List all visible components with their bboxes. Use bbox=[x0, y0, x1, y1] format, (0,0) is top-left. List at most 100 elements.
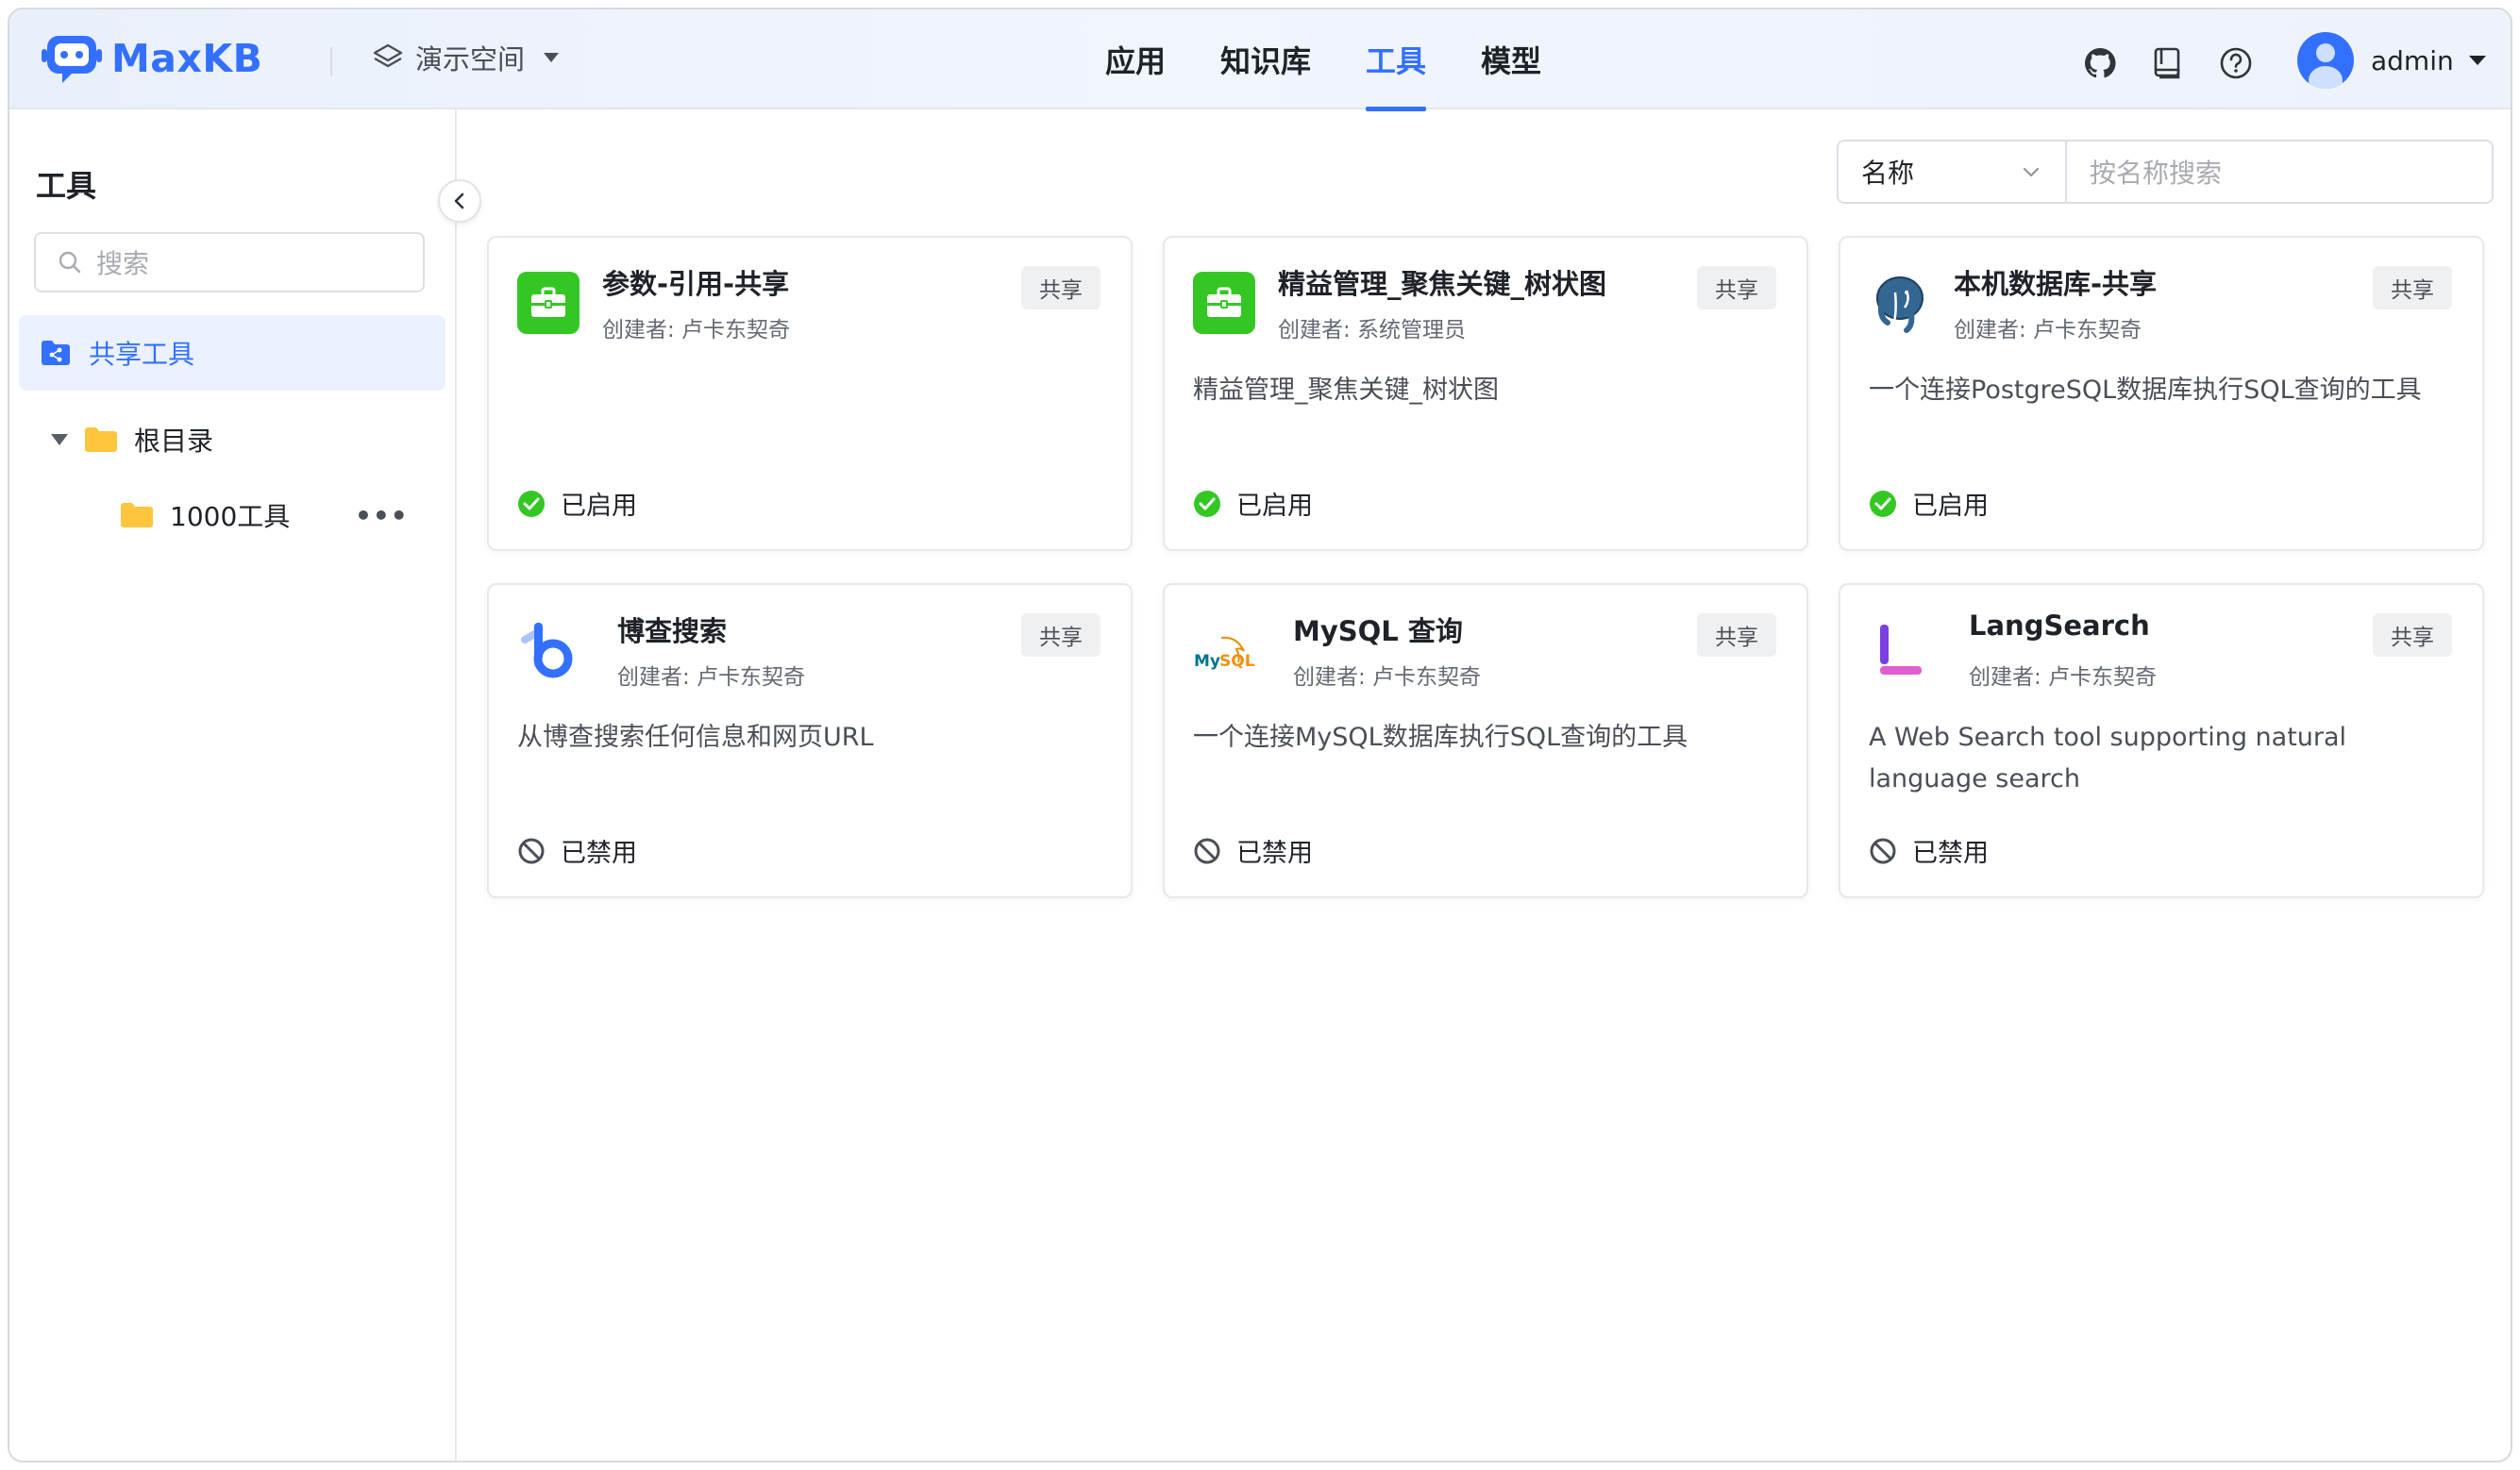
shared-badge: 共享 bbox=[2373, 266, 2452, 309]
chevron-left-icon bbox=[454, 192, 464, 209]
tree-root-folder[interactable]: 根目录 bbox=[51, 421, 213, 459]
check-circle-icon bbox=[1870, 490, 1896, 517]
search-filter: 名称 按名称搜索 bbox=[1837, 140, 2494, 204]
status-label: 已禁用 bbox=[1912, 839, 1989, 868]
nav-knowledge[interactable]: 知识库 bbox=[1193, 9, 1338, 109]
toolbox-icon bbox=[517, 272, 580, 334]
card-title: 精益管理_聚焦关键_树状图 bbox=[1278, 268, 1607, 300]
card-description: 一个连接MySQL数据库执行SQL查询的工具 bbox=[1193, 723, 1688, 752]
filter-field-select[interactable]: 名称 bbox=[1839, 142, 2067, 202]
top-header: MaxKB 演示空间 应用 知识库 工具 模型 admin bbox=[9, 9, 2511, 111]
book-icon[interactable] bbox=[2150, 45, 2186, 81]
toolbox-icon bbox=[1193, 272, 1255, 334]
tool-card[interactable]: 本机数据库-共享 创建者: 卢卡东契奇 共享 一个连接PostgreSQL数据库… bbox=[1839, 236, 2484, 551]
sidebar: 工具 搜索 共享工具 根目录 1000工具 ••• bbox=[9, 109, 457, 1461]
ban-icon bbox=[1870, 838, 1896, 863]
workspace-label: 演示空间 bbox=[415, 43, 526, 75]
card-title: MySQL 查询 bbox=[1293, 615, 1463, 647]
check-circle-icon bbox=[1194, 490, 1220, 517]
chevron-down-icon bbox=[2468, 56, 2486, 65]
card-creator: 创建者: 卢卡东契奇 bbox=[602, 318, 791, 342]
sidebar-title: 工具 bbox=[36, 168, 97, 204]
chevron-down-icon bbox=[544, 53, 560, 62]
collapse-sidebar-button[interactable] bbox=[438, 179, 481, 223]
tool-card[interactable]: My SQL MySQL 查询 创建者: 卢卡东契奇 共享 一个连接MySQL数… bbox=[1163, 583, 1808, 898]
github-icon[interactable] bbox=[2082, 45, 2118, 81]
tree-root-label: 根目录 bbox=[134, 426, 214, 457]
shared-badge: 共享 bbox=[2373, 613, 2452, 657]
caret-down-icon[interactable] bbox=[51, 434, 68, 445]
shared-badge: 共享 bbox=[1021, 266, 1100, 309]
nav-tools[interactable]: 工具 bbox=[1338, 9, 1453, 111]
status-label: 已启用 bbox=[561, 492, 637, 521]
card-description: 从博查搜索任何信息和网页URL bbox=[517, 723, 874, 752]
bocha-icon bbox=[521, 623, 573, 678]
check-circle-icon bbox=[518, 490, 545, 517]
chevron-down-icon bbox=[2023, 167, 2040, 177]
name-search-input[interactable]: 按名称搜索 bbox=[2067, 142, 2492, 202]
folder-icon bbox=[121, 503, 153, 527]
status-label: 已启用 bbox=[1236, 492, 1313, 521]
status-label: 已禁用 bbox=[561, 839, 637, 868]
card-creator: 创建者: 卢卡东契奇 bbox=[1969, 665, 2158, 690]
filter-select-value: 名称 bbox=[1861, 158, 1915, 189]
logo[interactable]: MaxKB bbox=[42, 30, 262, 87]
status-label: 已启用 bbox=[1912, 492, 1989, 521]
status-label: 已禁用 bbox=[1236, 839, 1313, 868]
shared-badge: 共享 bbox=[1021, 613, 1100, 657]
card-description: 精益管理_聚焦关键_树状图 bbox=[1193, 376, 1499, 405]
nav-apps[interactable]: 应用 bbox=[1078, 9, 1193, 109]
status-enabled: 已启用 bbox=[517, 485, 637, 522]
tree-child-folder[interactable]: 1000工具 bbox=[121, 496, 290, 534]
main-nav: 应用 知识库 工具 模型 bbox=[1078, 9, 1569, 111]
search-placeholder: 搜索 bbox=[96, 248, 150, 279]
logo-robot-icon bbox=[42, 36, 102, 83]
svg-text:SQL: SQL bbox=[1219, 652, 1255, 671]
layers-icon bbox=[373, 43, 403, 68]
sidebar-item-shared-tools[interactable]: 共享工具 bbox=[19, 315, 445, 391]
card-creator: 创建者: 系统管理员 bbox=[1278, 318, 1467, 342]
card-title: 本机数据库-共享 bbox=[1954, 268, 2158, 300]
card-title: 博查搜索 bbox=[617, 615, 728, 647]
header-icons bbox=[2082, 45, 2254, 81]
card-creator: 创建者: 卢卡东契奇 bbox=[617, 665, 806, 690]
workspace-selector[interactable]: 演示空间 bbox=[372, 38, 560, 77]
status-disabled: 已禁用 bbox=[1869, 832, 1989, 869]
status-disabled: 已禁用 bbox=[517, 832, 637, 869]
sidebar-search-input[interactable]: 搜索 bbox=[34, 232, 425, 292]
card-description: 一个连接PostgreSQL数据库执行SQL查询的工具 bbox=[1869, 376, 2422, 405]
status-enabled: 已启用 bbox=[1869, 485, 1989, 522]
card-title: 参数-引用-共享 bbox=[602, 268, 790, 300]
sidebar-item-label: 共享工具 bbox=[89, 339, 195, 370]
tool-card[interactable]: 博查搜索 创建者: 卢卡东契奇 共享 从博查搜索任何信息和网页URL 已禁用 bbox=[487, 583, 1133, 898]
avatar bbox=[2297, 32, 2354, 89]
shared-badge: 共享 bbox=[1697, 266, 1776, 309]
folder-icon bbox=[85, 427, 117, 452]
status-enabled: 已启用 bbox=[1193, 485, 1313, 522]
more-options-icon[interactable]: ••• bbox=[355, 500, 409, 531]
postgresql-icon bbox=[1876, 276, 1924, 333]
tool-card[interactable]: LangSearch 创建者: 卢卡东契奇 共享 A Web Search to… bbox=[1839, 583, 2484, 898]
ban-icon bbox=[1194, 838, 1220, 863]
logo-text: MaxKB bbox=[111, 36, 263, 81]
header-divider bbox=[330, 47, 332, 75]
svg-text:My: My bbox=[1194, 652, 1220, 671]
tree-child-label: 1000工具 bbox=[170, 501, 291, 532]
shared-folder-icon bbox=[42, 341, 70, 365]
card-description: A Web Search tool supporting natural lan… bbox=[1869, 723, 2347, 793]
search-placeholder: 按名称搜索 bbox=[2090, 158, 2223, 189]
card-creator: 创建者: 卢卡东契奇 bbox=[1954, 318, 2142, 342]
ban-icon bbox=[518, 838, 545, 863]
tool-card[interactable]: 精益管理_聚焦关键_树状图 创建者: 系统管理员 共享 精益管理_聚焦关键_树状… bbox=[1163, 236, 1808, 551]
card-title: LangSearch bbox=[1969, 610, 2150, 642]
langsearch-icon bbox=[1880, 625, 1922, 675]
shared-badge: 共享 bbox=[1697, 613, 1776, 657]
help-icon[interactable] bbox=[2218, 45, 2254, 81]
nav-models[interactable]: 模型 bbox=[1453, 9, 1569, 109]
mysql-icon: My SQL bbox=[1194, 636, 1255, 671]
search-icon bbox=[59, 251, 81, 274]
user-menu[interactable]: admin bbox=[2297, 32, 2486, 89]
user-name: admin bbox=[2371, 44, 2454, 76]
tool-card[interactable]: 参数-引用-共享 创建者: 卢卡东契奇 共享 已启用 bbox=[487, 236, 1133, 551]
status-disabled: 已禁用 bbox=[1193, 832, 1313, 869]
